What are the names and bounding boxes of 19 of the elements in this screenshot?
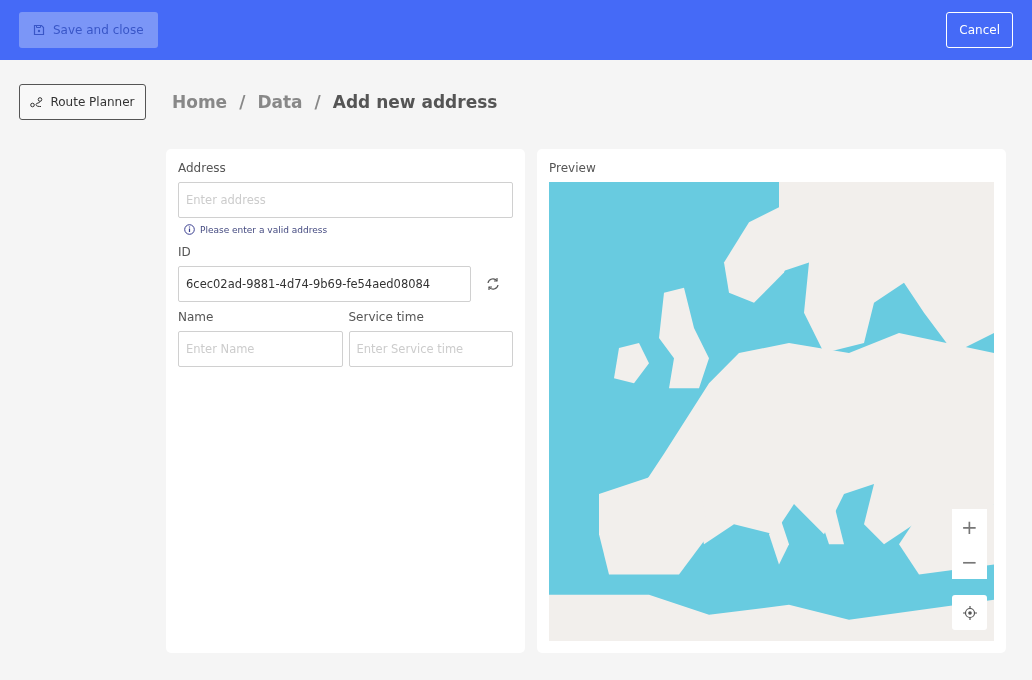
field-label: Address	[178, 161, 227, 175]
field-label: Name	[178, 310, 215, 324]
locate-button[interactable]	[952, 595, 987, 630]
locate-icon	[962, 605, 977, 620]
cancel-button[interactable]: Cancel	[946, 12, 1013, 48]
info-icon	[184, 224, 195, 235]
route-icon	[30, 96, 44, 108]
route-planner-button[interactable]: Route Planner	[19, 84, 146, 120]
breadcrumb-link[interactable]: Data	[257, 92, 303, 112]
preview-title: Preview	[549, 161, 597, 175]
breadcrumb-link[interactable]: Home	[172, 92, 228, 112]
breadcrumb-current: Add new address	[332, 92, 498, 112]
refresh-icon[interactable]	[486, 277, 500, 291]
field-label: ID	[178, 245, 192, 259]
hint-text: Please enter a valid address	[200, 224, 328, 235]
field-label: Service time	[348, 310, 425, 324]
id-field[interactable]: 6cec02ad-9881-4d74-9b69-fe54aed08084	[178, 266, 471, 302]
breadcrumb-separator: /	[239, 92, 246, 112]
breadcrumb-separator: /	[314, 92, 321, 112]
